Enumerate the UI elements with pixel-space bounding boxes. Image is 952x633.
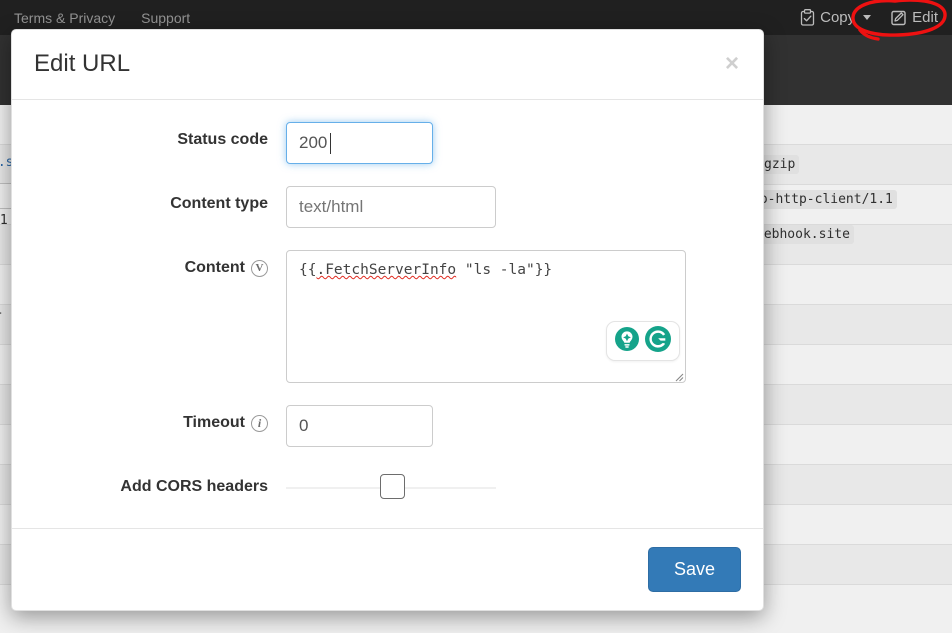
edit-url-modal: Edit URL × Status code Content type Cont… <box>11 29 764 611</box>
cors-track <box>286 474 496 499</box>
content-label-text: Content <box>184 259 245 276</box>
timeout-label: Timeout i <box>34 405 286 432</box>
modal-header: Edit URL × <box>12 30 763 100</box>
content-label: Content V <box>34 250 286 277</box>
timeout-input[interactable] <box>286 405 433 447</box>
content-textarea-wrap: {{.FetchServerInfo "ls -la"}} {{.FetchSe… <box>286 250 686 383</box>
info-circle-icon[interactable]: i <box>251 414 268 432</box>
form-row-timeout: Timeout i <box>34 405 741 447</box>
close-icon[interactable]: × <box>719 50 745 78</box>
form-row-status-code: Status code <box>34 122 741 164</box>
status-code-input[interactable] <box>286 122 433 164</box>
grammarly-g-icon[interactable] <box>644 325 672 358</box>
form-row-content-type: Content type <box>34 186 741 228</box>
modal-footer: Save <box>12 528 763 610</box>
content-type-input[interactable] <box>286 186 496 228</box>
form-row-content: Content V {{.FetchServerInfo "ls -la"}} … <box>34 250 741 383</box>
timeout-label-text: Timeout <box>183 414 245 431</box>
lightbulb-icon[interactable] <box>614 326 640 357</box>
content-textarea[interactable]: {{.FetchServerInfo "ls -la"}} <box>286 250 686 383</box>
page-title: Edit URL <box>34 50 131 78</box>
modal-body: Status code Content type Content V {{.Fe… <box>12 100 763 528</box>
status-code-label: Status code <box>177 131 268 148</box>
grammarly-widget[interactable] <box>606 321 680 361</box>
content-type-label: Content type <box>170 195 268 212</box>
form-row-cors: Add CORS headers <box>34 469 741 499</box>
variables-circle-icon[interactable]: V <box>251 259 268 277</box>
cors-checkbox[interactable] <box>380 474 405 499</box>
text-cursor <box>330 133 331 154</box>
save-button[interactable]: Save <box>647 546 741 593</box>
cors-label: Add CORS headers <box>120 478 268 495</box>
